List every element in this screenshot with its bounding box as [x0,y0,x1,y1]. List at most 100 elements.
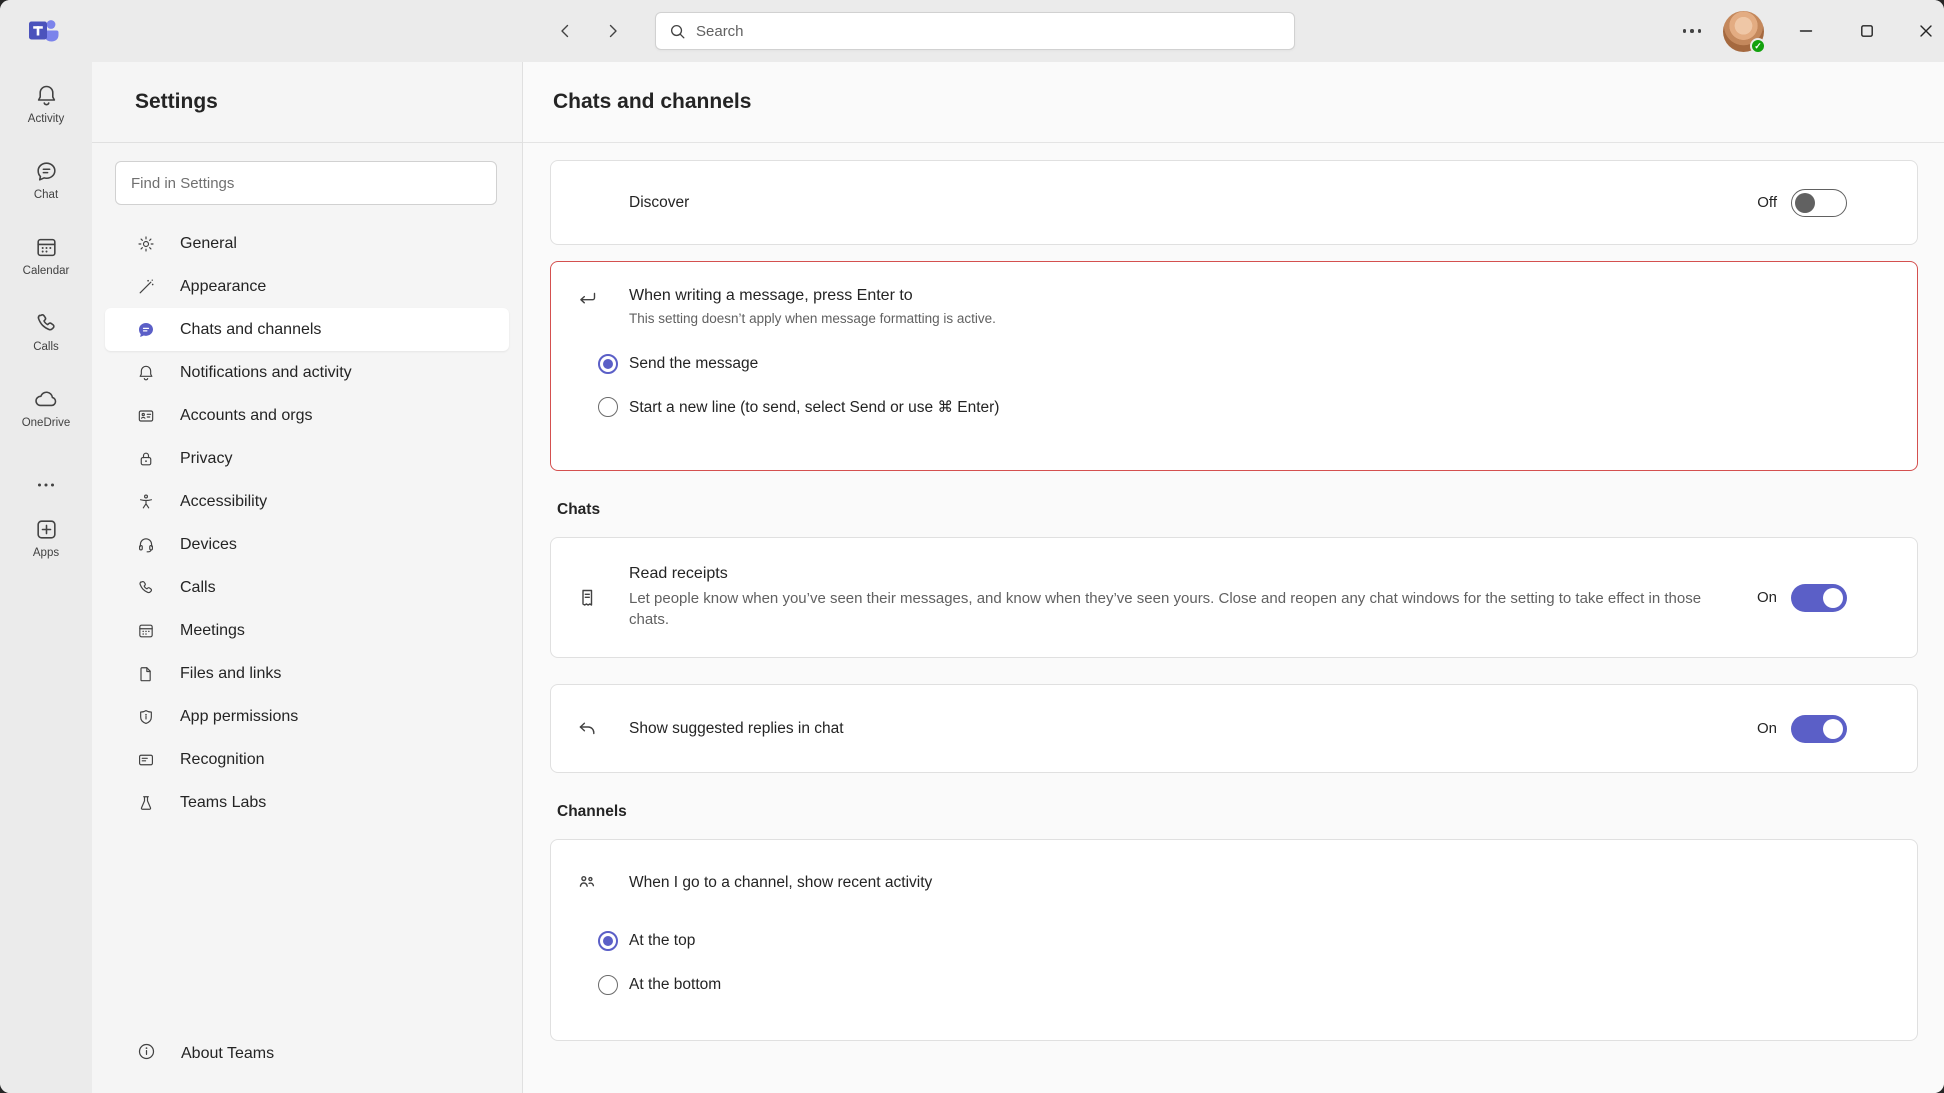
channels-section-heading: Channels [557,803,1918,821]
sidebar-item-appearance[interactable]: Appearance [105,265,509,308]
chats-section-heading: Chats [557,501,1918,519]
maximize-button[interactable] [1849,13,1885,49]
titlebar: ✓ [0,0,1944,62]
sidebar-item-recognition[interactable]: Recognition [105,738,509,781]
radio-selected-icon[interactable] [598,354,618,374]
radio-unselected-icon[interactable] [598,975,618,995]
onedrive-cloud-icon [31,386,61,413]
phone-icon [33,310,60,337]
beaker-icon [136,793,156,813]
settings-scroll-area[interactable]: Discover Off When writing a message, pre… [523,143,1944,1093]
sidebar-item-calls[interactable]: Calls [105,566,509,609]
activity-bell-icon [33,82,60,109]
rail-item-chat[interactable]: Chat [8,158,84,234]
read-receipts-title: Read receipts [629,565,1719,583]
settings-main-pane: Chats and channels Discover Off [523,62,1944,1093]
calendar-icon [33,234,60,261]
read-receipts-card: Read receipts Let people know when you’v… [550,537,1918,658]
rail-item-apps[interactable]: Apps [8,516,84,592]
info-icon [136,1041,157,1067]
global-search[interactable] [655,12,1295,50]
suggested-replies-label: Show suggested replies in chat [629,720,844,738]
suggested-replies-card: Show suggested replies in chat On [550,684,1918,773]
bell-icon [136,363,156,383]
read-receipts-description: Let people know when you’ve seen their m… [629,588,1719,630]
certificate-icon [136,750,156,770]
settings-nav: General Appearance Chats and channels No… [92,222,522,824]
id-card-icon [136,406,156,426]
sidebar-item-devices[interactable]: Devices [105,523,509,566]
settings-title: Settings [135,90,218,114]
settings-sidebar: Settings General Appearance Chats and ch… [92,62,523,1093]
discover-toggle[interactable] [1791,189,1847,217]
file-icon [136,664,156,684]
radio-selected-icon[interactable] [598,931,618,951]
sidebar-item-notifications[interactable]: Notifications and activity [105,351,509,394]
rail-item-onedrive[interactable]: OneDrive [8,386,84,462]
read-receipts-icon [575,586,599,610]
discover-label: Discover [629,194,689,212]
suggested-replies-toggle[interactable] [1791,715,1847,743]
sidebar-item-app-permissions[interactable]: App permissions [105,695,509,738]
shield-icon [136,707,156,727]
sidebar-item-meetings[interactable]: Meetings [105,609,509,652]
find-in-settings[interactable] [115,161,497,205]
about-teams[interactable]: About Teams [105,1032,509,1075]
read-receipts-toggle[interactable] [1791,584,1847,612]
discover-card: Discover Off [550,160,1918,245]
discover-toggle-state: Off [1757,194,1777,211]
suggested-replies-toggle-state: On [1757,720,1777,737]
reply-arrow-icon [575,717,599,741]
close-button[interactable] [1908,13,1944,49]
chat-icon [33,158,60,185]
read-receipts-toggle-state: On [1757,589,1777,606]
more-options-icon[interactable] [1672,15,1712,47]
search-input[interactable] [696,23,1294,40]
radio-start-new-line[interactable]: Start a new line (to send, select Send o… [598,397,1917,417]
channel-recent-activity-title: When I go to a channel, show recent acti… [629,874,932,892]
sidebar-item-files-links[interactable]: Files and links [105,652,509,695]
settings-header: Settings [92,62,522,143]
rail-item-activity[interactable]: Activity [8,82,84,158]
profile-avatar[interactable]: ✓ [1723,11,1764,52]
search-icon [669,23,686,40]
chat-filled-icon [136,320,156,340]
sidebar-item-accounts[interactable]: Accounts and orgs [105,394,509,437]
lock-icon [136,449,156,469]
gear-icon [136,234,156,254]
radio-unselected-icon[interactable] [598,397,618,417]
channel-recent-activity-card: When I go to a channel, show recent acti… [550,839,1918,1041]
apps-plus-icon [33,516,60,543]
rail-item-calendar[interactable]: Calendar [8,234,84,310]
presence-available-icon: ✓ [1750,38,1766,54]
radio-at-the-top[interactable]: At the top [598,931,1917,951]
sidebar-item-chats-and-channels[interactable]: Chats and channels [105,308,509,351]
calendar-icon [136,621,156,641]
minimize-button[interactable] [1788,13,1824,49]
enter-setting-title: When writing a message, press Enter to [629,287,996,305]
sidebar-item-privacy[interactable]: Privacy [105,437,509,480]
radio-at-the-bottom[interactable]: At the bottom [598,975,1917,995]
accessibility-person-icon [136,492,156,512]
find-in-settings-input[interactable] [131,175,496,192]
sidebar-item-teams-labs[interactable]: Teams Labs [105,781,509,824]
teams-logo-icon [26,16,62,51]
enter-to-send-card: When writing a message, press Enter to T… [550,261,1918,471]
app-rail: Activity Chat Calendar Calls OneDrive [0,62,92,1093]
radio-send-the-message[interactable]: Send the message [598,354,1917,374]
phone-icon [136,578,156,598]
wand-icon [136,277,156,297]
headset-icon [136,535,156,555]
rail-more-apps-icon[interactable] [8,468,84,502]
rail-item-calls[interactable]: Calls [8,310,84,386]
page-title: Chats and channels [553,90,751,114]
forward-button[interactable] [596,15,630,47]
sidebar-item-general[interactable]: General [105,222,509,265]
main-header: Chats and channels [523,62,1944,143]
enter-setting-subtitle: This setting doesn’t apply when message … [629,311,996,326]
back-button[interactable] [548,15,582,47]
people-community-icon [575,871,599,895]
teams-window: ✓ Activity Chat Calendar [0,0,1944,1093]
sidebar-item-accessibility[interactable]: Accessibility [105,480,509,523]
enter-key-icon [575,287,599,311]
